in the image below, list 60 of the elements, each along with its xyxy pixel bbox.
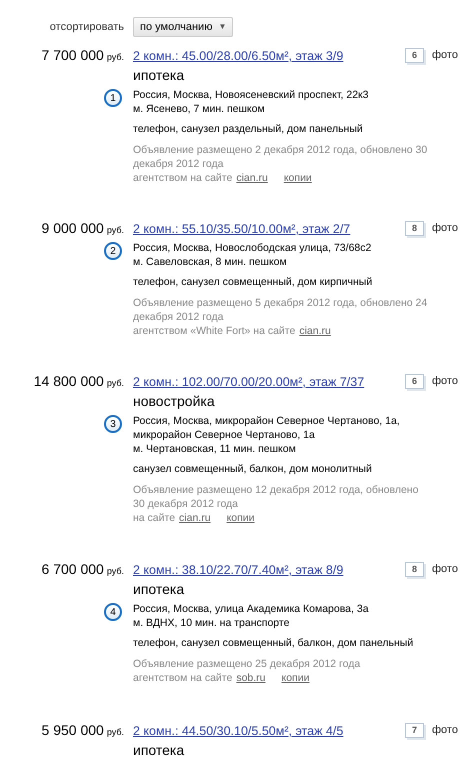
currency: руб.: [106, 51, 124, 64]
address-line: м. Чертановская, 11 мин. пешком: [133, 442, 297, 456]
features: телефон, санузел совмещенный, дом кирпичный: [133, 275, 374, 289]
map-marker-number: 1: [104, 89, 122, 107]
listing-tag: новостройка: [133, 393, 215, 409]
source-text: на сайте: [133, 511, 176, 525]
listing-title-link[interactable]: 2 комн.: 44.50/30.10/5.50м², этаж 4/5: [133, 722, 397, 740]
currency: руб.: [106, 224, 124, 237]
price: 5 950 000: [42, 721, 104, 739]
map-marker-number: 4: [104, 603, 122, 621]
price: 9 000 000: [42, 219, 104, 237]
source-text: агентством «White Fort» на сайте: [133, 324, 296, 338]
photo-label[interactable]: фото: [432, 561, 458, 578]
copies-link[interactable]: копии: [284, 171, 312, 185]
photo-label[interactable]: фото: [432, 47, 458, 64]
copies-link[interactable]: копии: [282, 671, 310, 685]
site-link[interactable]: cian.ru: [179, 511, 211, 525]
copies-link[interactable]: копии: [226, 511, 255, 525]
price: 6 700 000: [42, 560, 104, 578]
site-link[interactable]: sob.ru: [236, 671, 266, 685]
source-text: агентством на сайте: [133, 171, 232, 185]
features: санузел совмещенный, балкон, дом монолитный: [133, 462, 373, 476]
address-line: Россия, Москва, улица Академика Комарова, 3а: [133, 602, 369, 616]
listing-title-link[interactable]: 2 комн.: 38.10/22.70/7.40м², этаж 8/9: [133, 561, 397, 579]
currency: руб.: [106, 565, 124, 578]
map-marker-number: 2: [104, 242, 122, 260]
photo-label[interactable]: фото: [432, 722, 458, 739]
photo-count-badge[interactable]: 8: [405, 562, 424, 577]
photo-label[interactable]: фото: [432, 373, 458, 390]
currency: руб.: [106, 377, 124, 390]
photo-count-badge[interactable]: 8: [405, 221, 424, 236]
features: телефон, санузел раздельный, дом панельный: [133, 122, 364, 136]
photo-count-badge[interactable]: 6: [405, 374, 424, 389]
site-link[interactable]: cian.ru: [299, 324, 331, 338]
address-line: м. Ясенево, 7 мин. пешком: [133, 102, 266, 116]
address-line: Россия, Москва, Новоясеневский проспект, 22к3: [133, 88, 368, 102]
posted-date: Объявление размещено 25 декабря 2012 года: [133, 657, 362, 671]
sort-label: отсортировать: [48, 20, 124, 35]
listing-tag: ипотека: [133, 742, 184, 758]
map-marker-number: 3: [104, 415, 122, 433]
listing-title-link[interactable]: 2 комн.: 102.00/70.00/20.00м², этаж 7/37: [133, 373, 397, 391]
address-line: Россия, Москва, микрорайон Северное Чертаново, 1а,: [133, 414, 400, 428]
photo-count-badge[interactable]: 6: [405, 48, 424, 63]
listing-tag: ипотека: [133, 67, 184, 83]
address-line: Россия, Москва, Новослободская улица, 73/68с2: [133, 241, 372, 255]
currency: руб.: [106, 726, 124, 739]
price: 7 700 000: [42, 46, 104, 64]
price: 14 800 000: [34, 372, 104, 390]
address-line: микрорайон Северное Чертаново, 1а: [133, 428, 316, 442]
sort-dropdown[interactable]: по умолчанию ▼: [133, 17, 234, 37]
features: телефон, санузел совмещенный, балкон, дом панельный: [133, 636, 414, 650]
site-link[interactable]: cian.ru: [236, 171, 268, 185]
source-text: агентством на сайте: [133, 671, 232, 685]
photo-label[interactable]: фото: [432, 220, 458, 237]
listing-tag: ипотека: [133, 581, 184, 597]
address-line: м. ВДНХ, 10 мин. на транспорте: [133, 616, 290, 630]
photo-count-badge[interactable]: 7: [405, 723, 424, 738]
listing-title-link[interactable]: 2 комн.: 55.10/35.50/10.00м², этаж 2/7: [133, 220, 397, 238]
address-line: м. Савеловская, 8 мин. пешком: [133, 255, 288, 269]
listing-title-link[interactable]: 2 комн.: 45.00/28.00/6.50м², этаж 3/9: [133, 47, 397, 65]
